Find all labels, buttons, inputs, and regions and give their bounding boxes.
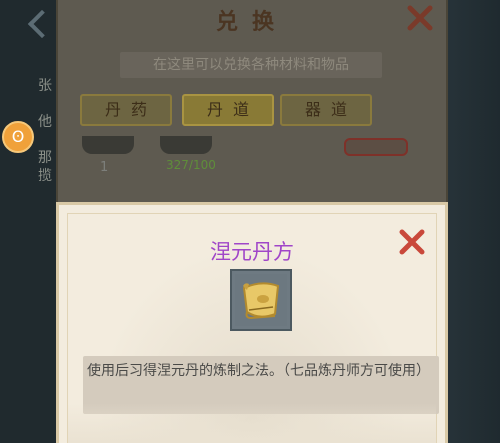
back-arrow-icon[interactable] xyxy=(27,9,57,39)
tab-alchemy[interactable]: 丹道 xyxy=(182,94,274,126)
decorative-mist xyxy=(68,403,436,443)
popup-body: 涅元丹方 使用后习得涅元丹的炼制之法。（七品炼丹师方可使用） xyxy=(67,213,439,443)
side-text-4: 揽 xyxy=(38,168,52,184)
slot-count: 1 xyxy=(100,160,109,175)
exchange-item-row: 1 327/100 xyxy=(72,136,434,206)
slot-item-image[interactable] xyxy=(160,136,212,154)
side-text-1: 张 xyxy=(38,78,52,94)
item-detail-popup: 涅元丹方 使用后习得涅元丹的炼制之法。（七品炼丹师方可使用） xyxy=(56,202,448,443)
side-text-3: 那 xyxy=(38,150,52,166)
close-x-icon[interactable] xyxy=(398,228,426,256)
pet-face-icon[interactable]: ʘ xyxy=(2,121,34,153)
item-description: 使用后习得涅元丹的炼制之法。（七品炼丹师方可使用） xyxy=(87,363,430,379)
side-text-2: 他 xyxy=(38,114,52,130)
item-icon-frame xyxy=(230,269,292,331)
exchange-stamp-button[interactable] xyxy=(344,138,408,156)
dialogue-strip: 张 他 那 揽 ʘ xyxy=(0,0,57,443)
slot-item-image[interactable] xyxy=(82,136,134,154)
recipe-scroll-icon xyxy=(235,274,287,326)
tab-refining[interactable]: 器道 xyxy=(280,94,372,126)
item-name: 涅元丹方 xyxy=(210,240,294,264)
exchange-subtitle: 在这里可以兑换各种材料和物品 xyxy=(120,52,382,78)
close-x-icon[interactable] xyxy=(406,4,434,32)
slot-owned: 327/100 xyxy=(166,158,216,172)
tab-pills[interactable]: 丹药 xyxy=(80,94,172,126)
exchange-title: 兑换 xyxy=(215,9,288,35)
